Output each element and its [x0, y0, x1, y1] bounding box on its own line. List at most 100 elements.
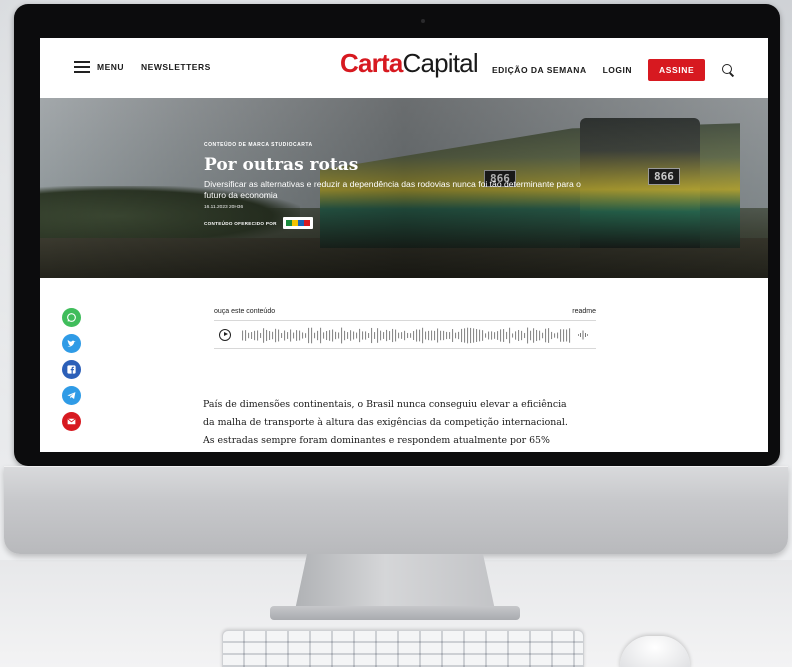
waveform-bar — [413, 331, 415, 340]
waveform-bar — [554, 333, 556, 338]
waveform-bar — [539, 330, 541, 341]
waveform-bar — [377, 328, 379, 343]
audio-brand[interactable]: readme — [572, 308, 596, 315]
waveform-bar — [566, 329, 568, 342]
waveform-bar — [329, 330, 331, 341]
waveform-bar — [497, 331, 499, 340]
share-telegram-button[interactable] — [62, 386, 81, 405]
nav-right-group: EDIÇÃO DA SEMANA LOGIN ASSINE — [492, 59, 734, 81]
sponsor-label: CONTEÚDO OFERECIDO POR — [204, 220, 277, 226]
waveform-bar — [401, 332, 403, 339]
waveform-bar — [350, 330, 352, 341]
waveform-bar — [524, 332, 526, 339]
article-line-3: As estradas sempre foram dominantes e re… — [203, 435, 550, 446]
menu-button[interactable]: MENU — [97, 62, 124, 72]
waveform-bar — [335, 331, 337, 340]
article-body: País de dimensões continentais, o Brasil… — [203, 396, 613, 450]
audio-waveform[interactable] — [242, 327, 572, 344]
waveform-bar — [392, 328, 394, 343]
waveform-bar — [422, 327, 424, 344]
waveform-bar — [407, 332, 409, 339]
waveform-bar — [242, 330, 244, 341]
waveform-bar — [368, 333, 370, 338]
waveform-bar — [464, 328, 466, 343]
monitor-chin — [4, 466, 788, 554]
share-twitter-button[interactable] — [62, 334, 81, 353]
waveform-bar — [482, 330, 484, 341]
play-icon[interactable] — [219, 329, 231, 341]
waveform-bar — [467, 327, 469, 344]
waveform-bar — [353, 331, 355, 340]
waveform-bar — [341, 327, 343, 344]
waveform-bar — [260, 333, 262, 338]
sponsor-logo[interactable] — [282, 217, 313, 229]
waveform-bar — [431, 330, 433, 341]
waveform-bar — [557, 332, 559, 339]
newsletters-link[interactable]: NEWSLETTERS — [141, 62, 211, 72]
site-logo[interactable]: CartaCapital — [340, 48, 479, 79]
share-whatsapp-button[interactable] — [62, 308, 81, 327]
waveform-bar — [515, 331, 517, 340]
waveform-bar — [428, 330, 430, 341]
audio-player: ouça este conteúdo readme — [214, 308, 596, 349]
nav-left-group: MENU NEWSLETTERS — [74, 61, 211, 73]
waveform-bar — [272, 331, 274, 340]
waveform-bar — [533, 328, 535, 343]
waveform-bar — [320, 327, 322, 344]
waveform-bar — [365, 331, 367, 340]
waveform-bar — [542, 332, 544, 339]
article-line-1: País de dimensões continentais, o Brasil… — [203, 399, 567, 410]
waveform-bar — [485, 333, 487, 338]
browser-screen: MENU NEWSLETTERS CartaCapital EDIÇÃO DA … — [40, 38, 768, 452]
waveform-bar — [374, 332, 376, 339]
waveform-bar — [347, 332, 349, 339]
waveform-bar — [416, 329, 418, 342]
sponsor-row: CONTEÚDO OFERECIDO POR — [204, 217, 604, 229]
article-subtitle: Diversificar as alternativas e reduzir a… — [204, 179, 581, 200]
waveform-bar — [410, 333, 412, 338]
waveform-bar — [305, 333, 307, 338]
login-link[interactable]: LOGIN — [603, 65, 632, 75]
waveform-bar — [560, 329, 562, 342]
waveform-bar — [488, 331, 490, 340]
audio-header: ouça este conteúdo readme — [214, 308, 596, 315]
monitor-stand — [295, 554, 495, 610]
hamburger-menu-icon[interactable] — [74, 61, 90, 73]
keyboard — [222, 630, 584, 667]
waveform-bar — [383, 332, 385, 339]
waveform-bar — [275, 328, 277, 343]
waveform-bar — [440, 330, 442, 341]
hero-text-block: CONTEÚDO DE MARCA STUDIOCARTA Por outras… — [204, 142, 604, 229]
share-facebook-button[interactable] — [62, 360, 81, 379]
article-line-2: da malha de transporte à altura das exig… — [203, 417, 568, 428]
waveform-bar — [452, 329, 454, 342]
share-email-button[interactable] — [62, 412, 81, 431]
waveform-bar — [473, 328, 475, 343]
waveform-bar — [317, 330, 319, 341]
subscribe-button[interactable]: ASSINE — [648, 59, 706, 81]
waveform-bar — [461, 328, 463, 343]
waveform-bar — [314, 332, 316, 339]
waveform-bar — [434, 330, 436, 341]
audio-bar — [214, 320, 596, 349]
waveform-bar — [290, 329, 292, 342]
search-icon[interactable] — [722, 64, 734, 76]
waveform-bar — [476, 329, 478, 342]
waveform-bar — [455, 332, 457, 339]
waveform-bar — [437, 328, 439, 343]
waveform-bar — [323, 332, 325, 339]
weekly-edition-link[interactable]: EDIÇÃO DA SEMANA — [492, 65, 587, 75]
telegram-icon — [67, 392, 76, 399]
waveform-bar — [344, 330, 346, 341]
waveform-bar — [458, 331, 460, 340]
waveform-bar — [263, 328, 265, 343]
waveform-bar — [545, 328, 547, 343]
waveform-bar — [521, 330, 523, 341]
waveform-bar — [530, 330, 532, 341]
social-share-bar — [62, 308, 81, 438]
waveform-bar — [362, 331, 364, 340]
waveform-bar — [278, 329, 280, 342]
hero-kicker: CONTEÚDO DE MARCA STUDIOCARTA — [204, 142, 313, 148]
twitter-icon — [67, 339, 76, 347]
audio-settings-icon[interactable] — [578, 330, 588, 340]
